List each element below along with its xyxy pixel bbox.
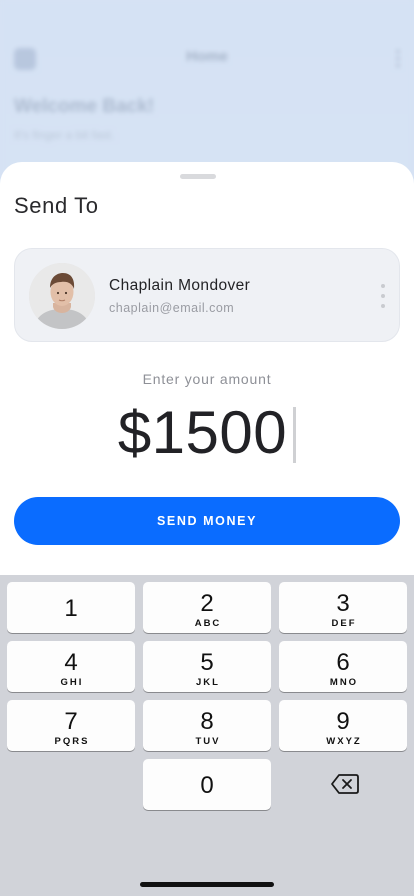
key-7[interactable]: 7 PQRS (7, 700, 135, 751)
key-digit: 4 (64, 649, 78, 676)
numeric-keypad: 1 2 ABC 3 DEF 4 GHI 5 JKL 6 MNO 7 PQRS 8… (0, 575, 414, 896)
key-2[interactable]: 2 ABC (143, 582, 271, 633)
key-letters: WXYZ (326, 736, 362, 747)
amount-value: $1500 (117, 399, 288, 466)
recipient-more-icon[interactable] (375, 282, 391, 310)
recipient-card[interactable]: Chaplain Mondover chaplain@email.com (14, 248, 400, 342)
key-9[interactable]: 9 WXYZ (279, 700, 407, 751)
key-digit: 2 (200, 590, 214, 617)
background-subtitle: It's finger a bit fast. (14, 128, 115, 142)
background-title: Home (186, 48, 228, 65)
key-digit: 5 (200, 649, 214, 676)
key-1[interactable]: 1 (7, 582, 135, 633)
amount-label: Enter your amount (142, 371, 272, 387)
key-digit: 1 (64, 595, 78, 622)
key-letters: MNO (329, 677, 359, 688)
key-8[interactable]: 8 TUV (143, 700, 271, 751)
home-indicator[interactable] (140, 882, 274, 887)
key-digit: 0 (200, 772, 214, 799)
recipient-email: chaplain@email.com (109, 301, 235, 315)
key-letters: JKL (196, 677, 220, 688)
key-6[interactable]: 6 MNO (279, 641, 407, 692)
send-money-button[interactable]: SEND MONEY (14, 497, 400, 545)
key-letters: DEF (331, 618, 357, 629)
avatar (29, 263, 95, 329)
delete-left-icon[interactable] (330, 772, 360, 796)
sheet-grabber[interactable] (180, 174, 216, 179)
more-icon (396, 48, 400, 70)
key-letters: ABC (194, 618, 222, 629)
key-4[interactable]: 4 GHI (7, 641, 135, 692)
key-digit: 3 (336, 590, 350, 617)
key-digit: 6 (336, 649, 350, 676)
avatar-image (29, 263, 95, 329)
key-letters: GHI (60, 677, 84, 688)
text-caret (293, 407, 297, 463)
background-top-bar: Home (0, 44, 414, 72)
key-3[interactable]: 3 DEF (279, 582, 407, 633)
recipient-name: Chaplain Mondover (109, 277, 251, 294)
background-welcome: Welcome Back! (14, 96, 155, 117)
key-5[interactable]: 5 JKL (143, 641, 271, 692)
key-digit: 9 (336, 708, 350, 735)
key-digit: 8 (200, 708, 214, 735)
key-letters: PQRS (54, 736, 90, 747)
amount-input[interactable]: $1500 (0, 398, 414, 468)
key-digit: 7 (64, 708, 78, 735)
key-letters: TUV (195, 736, 221, 747)
sheet-title: Send To (14, 193, 99, 218)
key-0[interactable]: 0 (143, 759, 271, 810)
